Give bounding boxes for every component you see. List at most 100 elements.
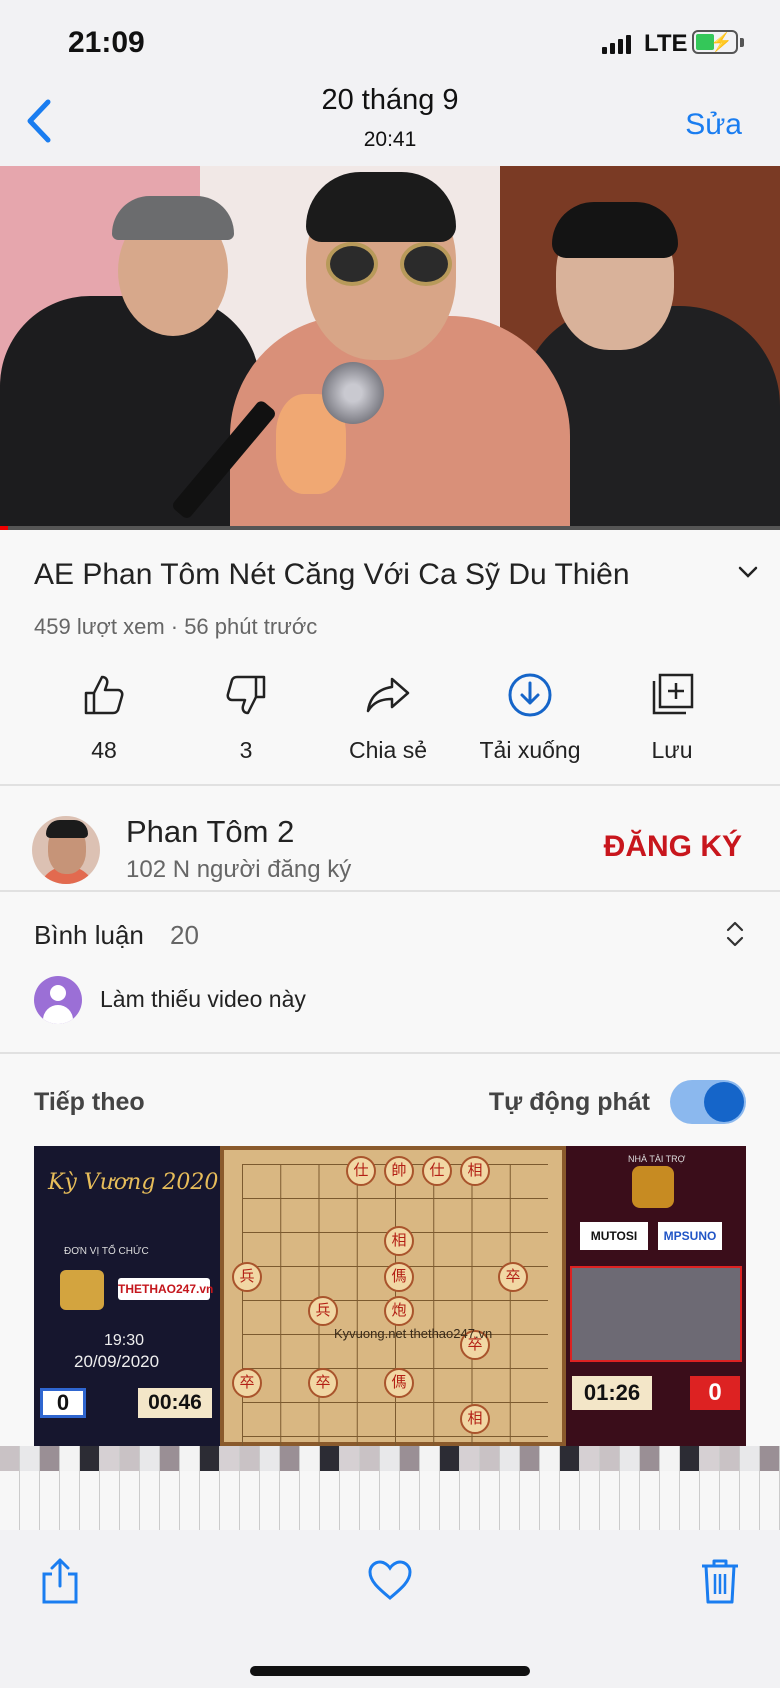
filmstrip-thumbnail[interactable] [500, 1446, 520, 1530]
filmstrip-thumbnail[interactable] [560, 1446, 580, 1530]
chess-piece: 傌 [384, 1368, 414, 1398]
chess-piece: 兵 [232, 1262, 262, 1292]
person-figure [552, 202, 678, 258]
edit-button[interactable]: Sửa [685, 108, 742, 142]
filmstrip-thumbnail[interactable] [320, 1446, 340, 1530]
filmstrip-thumbnail[interactable] [80, 1446, 100, 1530]
filmstrip-thumbnail[interactable] [720, 1446, 740, 1530]
video-title-row[interactable]: AE Phan Tôm Nét Căng Với Ca Sỹ Du Thiên [34, 558, 758, 592]
like-count: 48 [91, 737, 117, 763]
filmstrip-thumbnail[interactable] [0, 1446, 20, 1530]
filmstrip-thumbnail[interactable] [260, 1446, 280, 1530]
avatar[interactable] [32, 816, 100, 884]
filmstrip-thumbnail[interactable] [440, 1446, 460, 1530]
thumb-time: 19:30 [104, 1332, 145, 1349]
filmstrip-thumbnail[interactable] [480, 1446, 500, 1530]
video-actions: 48 3 Chia sẻ Tải xuống Lưu [0, 671, 780, 781]
filmstrip-thumbnail[interactable] [620, 1446, 640, 1530]
thumb-organizer: ĐƠN VỊ TỔ CHỨC [64, 1246, 149, 1257]
channel-name[interactable]: Phan Tôm 2 [126, 814, 294, 850]
channel-row[interactable]: Phan Tôm 2 102 N người đăng ký ĐĂNG KÝ [0, 800, 780, 896]
filmstrip-thumbnail[interactable] [680, 1446, 700, 1530]
chess-piece: 兵 [308, 1296, 338, 1326]
chess-piece: 卒 [232, 1368, 262, 1398]
filmstrip-thumbnail[interactable] [420, 1446, 440, 1530]
sunglasses [326, 242, 378, 286]
status-bar: 21:09 LTE ⚡ [0, 0, 780, 80]
nav-subtitle: 20:41 [363, 128, 417, 151]
trash-icon[interactable] [696, 1556, 744, 1606]
filmstrip-thumbnail[interactable] [240, 1446, 260, 1530]
save-button[interactable]: Lưu [602, 671, 742, 764]
filmstrip-thumbnail[interactable] [60, 1446, 80, 1530]
left-clock: 00:46 [138, 1388, 212, 1418]
battery-tip [740, 38, 744, 47]
filmstrip-thumbnail[interactable] [300, 1446, 320, 1530]
filmstrip-thumbnail[interactable] [380, 1446, 400, 1530]
expand-icon[interactable] [724, 918, 746, 950]
cellular-signal-icon [602, 34, 631, 54]
filmstrip-thumbnail[interactable] [200, 1446, 220, 1530]
chess-piece: 仕 [422, 1156, 452, 1186]
filmstrip-thumbnail[interactable] [140, 1446, 160, 1530]
filmstrip-thumbnail[interactable] [740, 1446, 760, 1530]
commenter-avatar [34, 976, 82, 1024]
subscriber-count: 102 N người đăng ký [126, 856, 352, 883]
microphone [322, 362, 384, 424]
download-button[interactable]: Tải xuống [460, 671, 600, 764]
up-next-label: Tiếp theo [34, 1088, 145, 1116]
filmstrip-thumbnail[interactable] [640, 1446, 660, 1530]
filmstrip-thumbnail[interactable] [540, 1446, 560, 1530]
like-button[interactable]: 48 [34, 671, 174, 764]
video-player[interactable] [0, 166, 780, 530]
filmstrip-thumbnail[interactable] [400, 1446, 420, 1530]
filmstrip-thumbnail[interactable] [600, 1446, 620, 1530]
filmstrip-thumbnail[interactable] [520, 1446, 540, 1530]
filmstrip-thumbnail[interactable] [100, 1446, 120, 1530]
chess-piece: 相 [384, 1226, 414, 1256]
filmstrip-thumbnail[interactable] [460, 1446, 480, 1530]
sunglasses [400, 242, 452, 286]
thumb-brand: Kỳ Vương 2020 [48, 1170, 219, 1195]
autoplay-toggle[interactable] [670, 1080, 746, 1124]
battery-icon: ⚡ [692, 30, 738, 54]
sponsor-logo [632, 1166, 674, 1208]
filmstrip-thumbnail[interactable] [660, 1446, 680, 1530]
thumbs-up-icon [84, 675, 124, 715]
thumb-sponsor1: MUTOSI [580, 1222, 648, 1250]
right-score: 0 [690, 1376, 740, 1410]
filmstrip-thumbnail[interactable] [220, 1446, 240, 1530]
filmstrip-thumbnail[interactable] [120, 1446, 140, 1530]
filmstrip-thumbnail[interactable] [760, 1446, 780, 1530]
share-icon[interactable] [36, 1556, 84, 1606]
filmstrip-thumbnail[interactable] [340, 1446, 360, 1530]
comments-section[interactable]: Bình luận 20 Làm thiếu video này [0, 912, 780, 1062]
filmstrip-thumbnail[interactable] [280, 1446, 300, 1530]
filmstrip-thumbnail[interactable] [700, 1446, 720, 1530]
filmstrip-thumbnail[interactable] [360, 1446, 380, 1530]
filmstrip-thumbnail[interactable] [580, 1446, 600, 1530]
thumb-sponsor-label: NHÀ TÀI TRỢ [628, 1154, 686, 1164]
heart-icon[interactable] [366, 1556, 414, 1606]
filmstrip-thumbnail[interactable] [20, 1446, 40, 1530]
comments-count: 20 [170, 920, 199, 950]
save-label: Lưu [651, 737, 693, 763]
share-icon [366, 677, 410, 713]
photo-filmstrip[interactable] [0, 1446, 780, 1530]
filmstrip-thumbnail[interactable] [180, 1446, 200, 1530]
filmstrip-thumbnail[interactable] [160, 1446, 180, 1530]
chevron-down-icon[interactable] [736, 564, 760, 580]
divider [0, 784, 780, 786]
chess-piece: 仕 [346, 1156, 376, 1186]
filmstrip-thumbnail[interactable] [40, 1446, 60, 1530]
share-button[interactable]: Chia sẻ [318, 671, 458, 764]
photo-content: AE Phan Tôm Nét Căng Với Ca Sỹ Du Thiên … [0, 166, 780, 1446]
subscribe-button[interactable]: ĐĂNG KÝ [604, 830, 742, 864]
organizer-logo [60, 1270, 104, 1310]
next-video-thumbnail[interactable]: Kỳ Vương 2020 ĐƠN VỊ TỔ CHỨC THETHAO247.… [34, 1146, 746, 1446]
video-progress-bar[interactable] [0, 526, 780, 530]
download-icon [508, 673, 552, 717]
dislike-count: 3 [239, 737, 253, 763]
dislike-button[interactable]: 3 [176, 671, 316, 764]
status-time: 21:09 [68, 26, 145, 59]
